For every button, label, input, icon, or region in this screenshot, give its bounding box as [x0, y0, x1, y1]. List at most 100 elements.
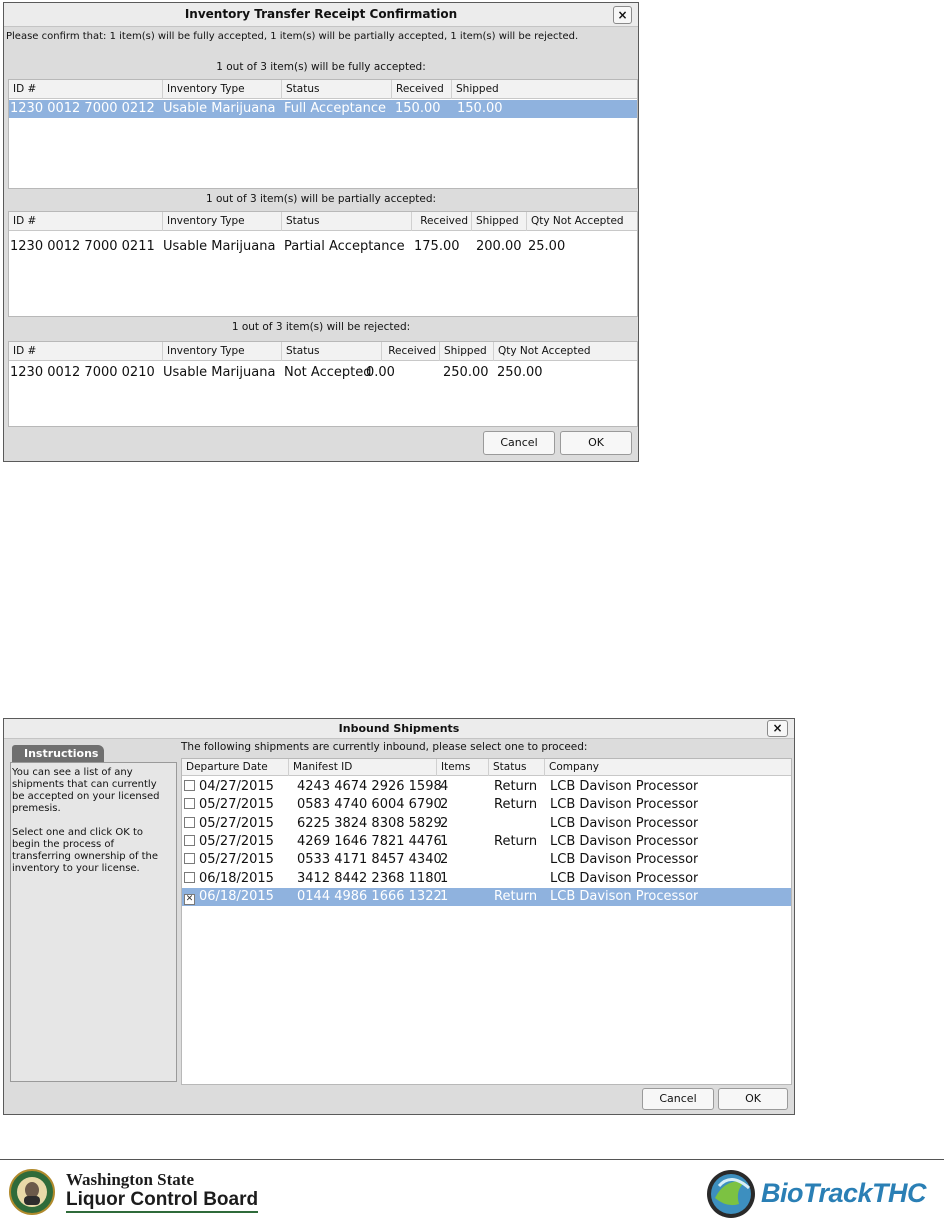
cell-status: Partial Acceptance [284, 239, 405, 254]
close-icon[interactable]: × [767, 720, 788, 737]
cell-status: Return [494, 888, 538, 904]
column-header[interactable]: Shipped [440, 342, 494, 361]
table-row[interactable]: 04/27/2015 4243 4674 2926 1598 4 Return LCB … [182, 778, 791, 796]
state-seal-icon [9, 1169, 55, 1215]
cell-shipped: 200.00 [476, 239, 522, 254]
ok-button[interactable]: OK [560, 431, 632, 455]
row-checkbox[interactable] [184, 816, 195, 828]
row-checkbox[interactable]: ✕ [184, 893, 195, 905]
cell-inventory-type: Usable Marijuana [163, 239, 276, 254]
column-header[interactable]: Status [489, 759, 545, 776]
cell-items: 2 [440, 815, 449, 831]
column-header[interactable]: Manifest ID [289, 759, 437, 776]
partially-accepted-label: 1 out of 3 item(s) will be partially acc… [205, 193, 437, 205]
cell-manifest-id: 4243 4674 2926 1598 [297, 779, 442, 794]
confirmation-message: Please confirm that: 1 item(s) will be f… [6, 31, 579, 42]
departure-date-text: 04/27/2015 [199, 779, 274, 794]
cancel-button[interactable]: Cancel [483, 431, 555, 455]
cell-status: Full Acceptance [284, 101, 387, 116]
column-header[interactable]: Shipped [452, 80, 637, 99]
cell-company: LCB Davison Processor [550, 779, 699, 794]
table-row[interactable]: 1230 0012 7000 0211 Usable Marijuana Par… [9, 238, 637, 256]
cell-manifest-id: 0583 4740 6004 6790 [297, 797, 442, 813]
row-checkbox[interactable] [184, 834, 195, 846]
cell-manifest-id: 0144 4986 1666 1322 [297, 888, 442, 904]
cell-shipped: 150.00 [457, 101, 503, 116]
cell-status: Return [494, 833, 538, 849]
cell-received: 175.00 [414, 239, 460, 254]
table-row[interactable]: 1230 0012 7000 0212 Usable Marijuana Ful… [9, 100, 637, 118]
departure-date-text: 06/18/2015 [199, 888, 274, 904]
column-header[interactable]: Status [282, 342, 382, 361]
column-header[interactable]: Items [437, 759, 489, 776]
column-header[interactable]: Inventory Type [163, 80, 282, 99]
cell-qty-not-accepted: 25.00 [528, 239, 566, 254]
row-checkbox[interactable] [184, 798, 195, 810]
cell-qty-not-accepted: 250.00 [497, 365, 543, 380]
column-header[interactable]: Qty Not Accepted [527, 212, 637, 231]
cell-received: 150.00 [395, 101, 441, 116]
cell-departure-date: 05/27/2015 [184, 833, 274, 851]
cell-company: LCB Davison Processor [550, 870, 699, 886]
rejected-table: ID # Inventory Type Status Received Ship… [8, 341, 638, 427]
cell-departure-date: 05/27/2015 [184, 796, 274, 814]
column-header[interactable]: ID # [9, 212, 163, 231]
ok-button[interactable]: OK [718, 1088, 788, 1110]
cell-company: LCB Davison Processor [550, 797, 699, 813]
cell-items: 1 [440, 833, 449, 849]
inbound-shipments-dialog: Inbound Shipments × Instructions You can… [3, 718, 795, 1115]
cell-company: LCB Davison Processor [550, 815, 699, 831]
cell-company: LCB Davison Processor [550, 833, 699, 849]
table-header: ID # Inventory Type Status Received Ship… [9, 80, 637, 99]
close-icon[interactable]: × [613, 6, 632, 24]
row-checkbox[interactable] [184, 871, 195, 883]
column-header[interactable]: ID # [9, 342, 163, 361]
table-header: Departure Date Manifest ID Items Status … [182, 759, 791, 776]
cell-departure-date: 04/27/2015 [184, 778, 274, 796]
departure-date-text: 06/18/2015 [199, 870, 274, 886]
dialog-titlebar: Inventory Transfer Receipt Confirmation … [4, 3, 638, 27]
cell-id: 1230 0012 7000 0211 [10, 239, 155, 254]
biotrack-wordmark: BioTrackTHC [761, 1178, 927, 1208]
cell-received: 0.00 [366, 365, 395, 380]
cell-id: 1230 0012 7000 0212 [10, 101, 155, 116]
column-header[interactable]: Received [412, 212, 472, 231]
table-row[interactable]: 05/27/2015 0533 4171 8457 4340 2 LCB Daviso… [182, 851, 791, 869]
row-checkbox[interactable] [184, 780, 195, 791]
footer-divider [0, 1159, 944, 1160]
table-row[interactable]: 05/27/2015 0583 4740 6004 6790 2 Return LCB … [182, 796, 791, 814]
column-header[interactable]: Status [282, 212, 412, 231]
column-header[interactable]: Shipped [472, 212, 527, 231]
column-header[interactable]: Departure Date [182, 759, 289, 776]
column-header[interactable]: Company [545, 759, 791, 776]
cell-inventory-type: Usable Marijuana [163, 365, 276, 380]
column-header[interactable]: Received [382, 342, 440, 361]
column-header[interactable]: Inventory Type [163, 342, 282, 361]
table-row[interactable]: 05/27/2015 4269 1646 7821 4476 1 Return LCB … [182, 833, 791, 851]
table-row[interactable]: 06/18/2015 3412 8442 2368 1180 1 LCB Daviso… [182, 870, 791, 888]
biotrack-globe-icon [707, 1170, 755, 1218]
table-row[interactable]: 05/27/2015 6225 3824 8308 5829 2 LCB Daviso… [182, 815, 791, 833]
departure-date-text: 05/27/2015 [199, 852, 274, 868]
instructions-text: You can see a list of any shipments that… [12, 767, 160, 874]
logo-line-2: Liquor Control Board [66, 1189, 259, 1213]
cell-items: 1 [440, 888, 449, 904]
cell-manifest-id: 6225 3824 8308 5829 [297, 815, 442, 831]
cancel-button[interactable]: Cancel [642, 1088, 714, 1110]
cell-items: 4 [440, 779, 449, 794]
wslcb-logo: Washington State Liquor Control Board [8, 1168, 288, 1216]
cell-items: 2 [440, 797, 449, 813]
shipments-table: Departure Date Manifest ID Items Status … [181, 758, 792, 1085]
rejected-label: 1 out of 3 item(s) will be rejected: [231, 321, 411, 333]
column-header[interactable]: Inventory Type [163, 212, 282, 231]
column-header[interactable]: Qty Not Accepted [494, 342, 637, 361]
departure-date-text: 05/27/2015 [199, 833, 274, 849]
column-header[interactable]: Received [392, 80, 452, 99]
column-header[interactable]: Status [282, 80, 392, 99]
table-row[interactable]: 1230 0012 7000 0210 Usable Marijuana Not… [9, 364, 637, 382]
tab-instructions[interactable]: Instructions [12, 745, 104, 762]
column-header[interactable]: ID # [9, 80, 163, 99]
row-checkbox[interactable] [184, 853, 195, 865]
dialog-title: Inventory Transfer Receipt Confirmation [184, 7, 458, 21]
table-row[interactable]: ✕ 06/18/2015 0144 4986 1666 1322 1 Return LCB… [182, 887, 791, 906]
